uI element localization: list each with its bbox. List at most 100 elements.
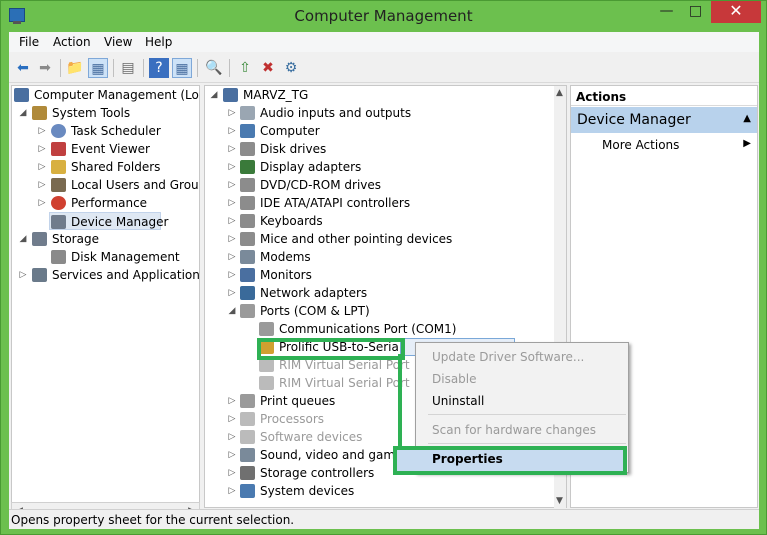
menu-separator xyxy=(428,414,626,415)
device-tree-item-label: Audio inputs and outputs xyxy=(260,106,412,120)
scroll-down-icon[interactable]: ▼ xyxy=(556,496,563,506)
device-tree-item[interactable]: ▷ DVD/CD-ROM drives xyxy=(205,176,545,194)
collapsed-arrow-icon[interactable]: ▷ xyxy=(37,158,47,176)
collapsed-arrow-icon[interactable]: ▷ xyxy=(227,140,237,158)
clock-icon xyxy=(51,124,66,138)
monitor-icon xyxy=(240,268,255,282)
enable-device-icon[interactable]: ⚙ xyxy=(281,58,301,78)
tree-item-computer-management[interactable]: Computer Management (Local xyxy=(12,86,199,104)
device-tree-item[interactable]: ▷ System devices xyxy=(205,482,545,500)
device-tree-item[interactable]: ◢ Ports (COM & LPT) xyxy=(205,302,545,320)
device-tree-item[interactable]: ▷ IDE ATA/ATAPI controllers xyxy=(205,194,545,212)
back-arrow-icon[interactable]: ⬅ xyxy=(13,58,33,78)
collapsed-arrow-icon[interactable]: ▷ xyxy=(37,194,47,212)
tree-item-performance[interactable]: ▷ Performance xyxy=(12,194,199,212)
show-hide-tree-icon[interactable]: ▦ xyxy=(88,58,108,78)
menu-item-disable[interactable]: Disable xyxy=(432,372,477,386)
expanded-arrow-icon[interactable]: ◢ xyxy=(227,302,237,320)
maximize-button[interactable]: □ xyxy=(681,1,710,23)
expanded-arrow-icon[interactable]: ◢ xyxy=(209,86,219,104)
menu-item-update-driver[interactable]: Update Driver Software... xyxy=(432,350,584,364)
menu-file[interactable]: File xyxy=(19,35,39,49)
menu-item-uninstall[interactable]: Uninstall xyxy=(432,394,484,408)
tree-item-event-viewer[interactable]: ▷ Event Viewer xyxy=(12,140,199,158)
collapsed-arrow-icon[interactable]: ▷ xyxy=(227,266,237,284)
scan-hardware-icon[interactable]: 🔍 xyxy=(204,58,224,78)
tree-item-task-scheduler[interactable]: ▷ Task Scheduler xyxy=(12,122,199,140)
properties-sheet-icon[interactable]: ▤ xyxy=(118,58,138,78)
show-hide-action-pane-icon[interactable]: ▦ xyxy=(172,58,192,78)
processor-icon xyxy=(240,412,255,426)
computer-icon xyxy=(223,88,238,102)
device-tree-item[interactable]: ▷ Audio inputs and outputs xyxy=(205,104,545,122)
collapsed-arrow-icon[interactable]: ▷ xyxy=(227,482,237,500)
device-tree-item[interactable]: ▷ Disk drives xyxy=(205,140,545,158)
device-tree-item[interactable]: ▷ Keyboards xyxy=(205,212,545,230)
collapsed-arrow-icon[interactable]: ▷ xyxy=(37,122,47,140)
device-tree-item-label: Communications Port (COM1) xyxy=(279,322,457,336)
device-tree-item-label: System devices xyxy=(260,484,355,498)
collapsed-arrow-icon[interactable]: ▷ xyxy=(227,122,237,140)
device-tree-item[interactable]: ▷ Computer xyxy=(205,122,545,140)
expanded-arrow-icon[interactable]: ◢ xyxy=(18,230,28,248)
minimize-button[interactable]: — xyxy=(652,1,681,23)
menu-help[interactable]: Help xyxy=(145,35,172,49)
collapsed-arrow-icon[interactable]: ▷ xyxy=(227,248,237,266)
device-manager-section-header[interactable]: Device Manager ▲ xyxy=(571,107,757,133)
uninstall-device-icon[interactable]: ✖ xyxy=(258,58,278,78)
device-tree-item[interactable]: ▷ Modems xyxy=(205,248,545,266)
collapsed-arrow-icon[interactable]: ▷ xyxy=(227,104,237,122)
up-folder-icon[interactable]: 📁 xyxy=(65,58,85,78)
port-icon xyxy=(259,358,274,372)
more-actions-link[interactable]: More Actions xyxy=(602,138,679,152)
collapsed-arrow-icon[interactable]: ▷ xyxy=(227,428,237,446)
device-tree-item[interactable]: Communications Port (COM1) xyxy=(205,320,545,338)
update-driver-icon[interactable]: ⇧ xyxy=(235,58,255,78)
collapsed-arrow-icon[interactable]: ▷ xyxy=(227,230,237,248)
collapsed-arrow-icon[interactable]: ▷ xyxy=(227,464,237,482)
tree-item-shared-folders[interactable]: ▷ Shared Folders xyxy=(12,158,199,176)
device-tree-item[interactable]: ▷ Network adapters xyxy=(205,284,545,302)
collapsed-arrow-icon[interactable]: ▷ xyxy=(37,176,47,194)
expanded-arrow-icon[interactable]: ◢ xyxy=(18,104,28,122)
menu-view[interactable]: View xyxy=(104,35,132,49)
tree-item-system-tools[interactable]: ◢ System Tools xyxy=(12,104,199,122)
help-icon[interactable]: ? xyxy=(149,58,169,78)
tree-item-local-users-and-groups[interactable]: ▷ Local Users and Groups xyxy=(12,176,199,194)
collapsed-arrow-icon[interactable]: ▷ xyxy=(227,176,237,194)
tree-item-device-manager[interactable]: Device Manager xyxy=(49,212,168,230)
device-tree-item-label: Mice and other pointing devices xyxy=(260,232,453,246)
close-button[interactable]: ✕ xyxy=(711,1,761,23)
collapsed-arrow-icon[interactable]: ▷ xyxy=(227,392,237,410)
scroll-up-icon[interactable]: ▲ xyxy=(556,88,563,98)
highlight-bar xyxy=(398,354,402,446)
menu-item-properties[interactable] xyxy=(393,446,627,475)
device-tree-item-label: Ports (COM & LPT) xyxy=(260,304,370,318)
collapsed-arrow-icon[interactable]: ▷ xyxy=(227,410,237,428)
sound-icon xyxy=(240,448,255,462)
tree-item-storage[interactable]: ◢ Storage xyxy=(12,230,199,248)
forward-arrow-icon[interactable]: ➡ xyxy=(35,58,55,78)
collapsed-arrow-icon[interactable]: ▷ xyxy=(227,212,237,230)
device-tree-root[interactable]: ◢ MARVZ_TG xyxy=(205,86,545,104)
storage-controller-icon xyxy=(240,466,255,480)
collapse-arrow-icon[interactable]: ▲ xyxy=(743,113,751,124)
device-tree-item[interactable]: ▷ Display adapters xyxy=(205,158,545,176)
collapsed-arrow-icon[interactable]: ▷ xyxy=(227,158,237,176)
port-icon xyxy=(259,376,274,390)
menu-item-scan-hardware[interactable]: Scan for hardware changes xyxy=(432,423,596,437)
collapsed-arrow-icon[interactable]: ▷ xyxy=(227,194,237,212)
submenu-arrow-icon[interactable]: ▶ xyxy=(743,138,751,149)
collapsed-arrow-icon[interactable]: ▷ xyxy=(227,446,237,464)
tree-item-disk-management[interactable]: Disk Management xyxy=(12,248,199,266)
device-tree-item[interactable]: ▷ Mice and other pointing devices xyxy=(205,230,545,248)
tree-item-services-and-applications[interactable]: ▷ Services and Applications xyxy=(12,266,199,284)
collapsed-arrow-icon[interactable]: ▷ xyxy=(18,266,28,284)
collapsed-arrow-icon[interactable]: ▷ xyxy=(227,284,237,302)
device-tree-item-label: Monitors xyxy=(260,268,312,282)
device-tree-item-label: Computer xyxy=(260,124,320,138)
device-tree-item[interactable]: ▷ Monitors xyxy=(205,266,545,284)
collapsed-arrow-icon[interactable]: ▷ xyxy=(37,140,47,158)
system-device-icon xyxy=(240,484,255,498)
menu-action[interactable]: Action xyxy=(53,35,91,49)
